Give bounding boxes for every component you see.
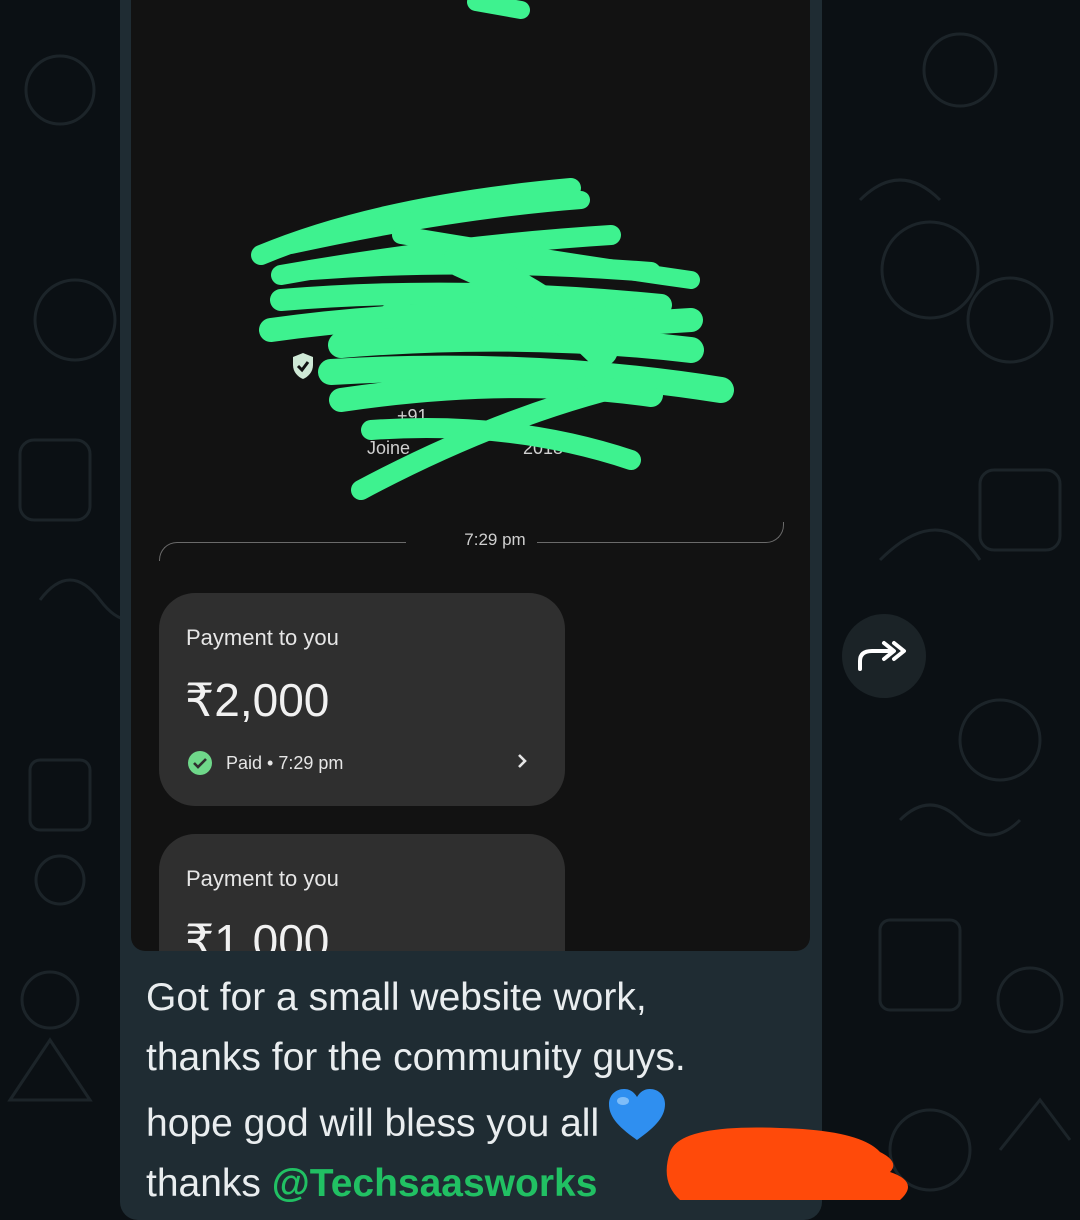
- payment-card[interactable]: Payment to you ₹2,000 Paid • 7:29 pm: [159, 593, 565, 806]
- orange-redaction: [666, 1127, 908, 1200]
- caption-text: hope god will bless you all: [146, 1102, 600, 1145]
- caption-line: Got for a small website work,: [146, 976, 647, 1019]
- caption-text: thanks: [146, 1162, 272, 1205]
- payment-title: Payment to you: [186, 625, 339, 650]
- mention-link[interactable]: @Techsaasworks: [272, 1162, 598, 1205]
- payment-card[interactable]: Payment to you ₹1,000: [159, 834, 565, 951]
- chevron-right-icon[interactable]: [515, 749, 531, 773]
- payment-amount: ₹1,000: [185, 915, 330, 951]
- date-divider: 7:29 pm: [155, 520, 785, 561]
- payment-title: Payment to you: [186, 866, 339, 891]
- payment-status: Paid • 7:29 pm: [226, 752, 344, 773]
- forward-button[interactable]: [842, 614, 926, 698]
- scribble-redaction: [251, 0, 734, 500]
- forward-share-icon: [858, 641, 906, 671]
- caption-line: thanks for the community guys.: [146, 1036, 686, 1079]
- divider-time: 7:29 pm: [464, 530, 526, 549]
- blue-heart-icon: [609, 1089, 666, 1140]
- check-circle-icon: [188, 751, 212, 775]
- attached-screenshot[interactable]: +91 Joine 2018 7:29 pm Payment to you ₹2…: [131, 0, 810, 951]
- payment-amount: ₹2,000: [185, 674, 330, 726]
